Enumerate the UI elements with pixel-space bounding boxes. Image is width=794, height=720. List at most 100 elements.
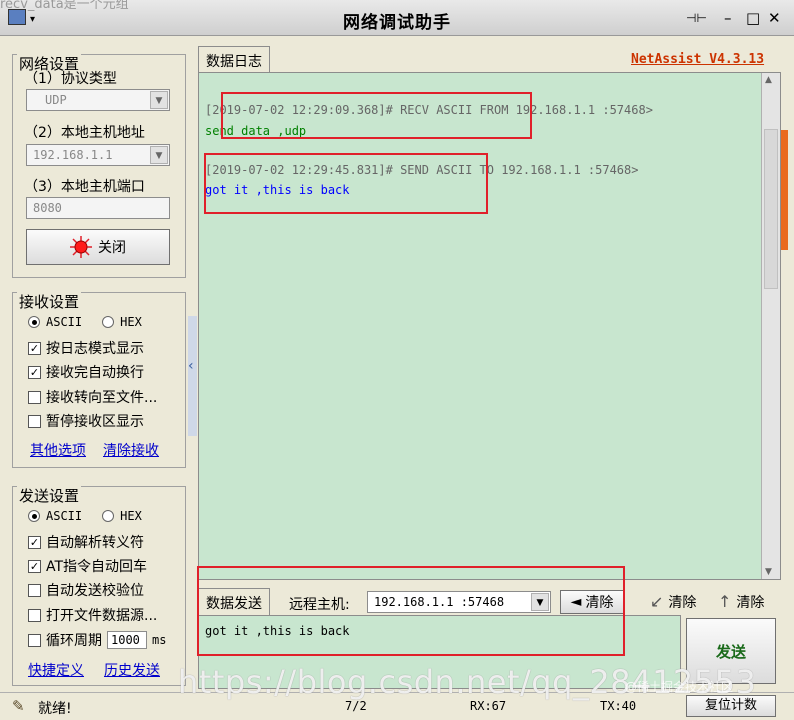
send-ascii-label: ASCII: [46, 509, 83, 523]
checkbox[interactable]: ✓: [28, 559, 41, 573]
send-option-checksum[interactable]: 自动发送校验位: [28, 580, 144, 600]
arrow-down-left-icon: ↙: [650, 592, 664, 611]
receive-encoding-row: ASCII HEX: [28, 315, 142, 329]
close-window-button[interactable]: ✕: [768, 10, 781, 26]
scroll-up-icon[interactable]: ▲: [765, 75, 772, 85]
option-label: 暂停接收区显示: [46, 414, 144, 430]
host-select[interactable]: 192.168.1.1 ▼: [26, 144, 170, 166]
send-hex-radio[interactable]: [102, 510, 115, 522]
remote-host-value: 192.168.1.1 :57468: [374, 595, 505, 609]
receive-option-auto-newline[interactable]: ✓ 接收完自动换行: [28, 362, 144, 382]
other-options-link[interactable]: 其他选项: [30, 440, 86, 460]
maximize-button[interactable]: □: [746, 10, 760, 26]
send-option-file-source[interactable]: 打开文件数据源...: [28, 605, 157, 625]
checkbox[interactable]: ✓: [28, 365, 41, 379]
port-input[interactable]: 8080: [26, 197, 170, 219]
cycle-unit: ms: [152, 633, 167, 647]
send-settings-title: 发送设置: [17, 485, 82, 506]
arrow-up-icon: ↑: [718, 592, 732, 611]
send-option-cycle[interactable]: 循环周期 1000 ms: [28, 630, 166, 650]
log-scrollbar[interactable]: ▲ ▼: [761, 73, 780, 579]
status-field-1: 7/2: [345, 699, 367, 713]
option-label: 自动发送校验位: [46, 583, 144, 599]
port-value: 8080: [33, 201, 62, 215]
checkbox[interactable]: [28, 583, 41, 597]
chevron-down-icon: ▼: [531, 593, 549, 611]
clear-remote-button[interactable]: ◄ 清除: [560, 590, 624, 614]
clear-receive-link[interactable]: 清除接收: [103, 440, 159, 460]
clear-label: 清除: [668, 595, 697, 611]
receive-option-to-file[interactable]: 接收转向至文件...: [28, 387, 157, 407]
log-entry-header: [2019-07-02 12:29:45.831]# SEND ASCII TO…: [205, 163, 639, 177]
log-entry-body: got it ,this is back: [205, 183, 350, 197]
status-ready: 就绪!: [38, 701, 72, 717]
scroll-down-icon[interactable]: ▼: [765, 567, 772, 577]
protocol-value: UDP: [45, 93, 67, 107]
send-option-at-enter[interactable]: ✓ AT指令自动回车: [28, 556, 147, 576]
window-title: 网络调试助手: [343, 13, 451, 33]
option-label: 接收完自动换行: [46, 365, 144, 381]
arrow-left-icon: ◄: [570, 594, 582, 610]
checkbox[interactable]: ✓: [28, 535, 41, 549]
minimize-button[interactable]: –: [724, 10, 732, 26]
panel-splitter[interactable]: [188, 316, 197, 436]
clear-label: 清除: [736, 595, 765, 611]
chevron-down-icon: ▼: [150, 91, 168, 109]
receive-settings-title: 接收设置: [17, 291, 82, 312]
option-label: 接收转向至文件...: [46, 390, 158, 406]
close-button-label: 关闭: [98, 240, 126, 256]
send-ascii-radio[interactable]: [28, 510, 40, 522]
option-label: 自动解析转义符: [46, 535, 144, 551]
side-accent-bar: [781, 130, 788, 250]
brand-link[interactable]: NetAssist V4.3.13: [631, 52, 764, 67]
host-value: 192.168.1.1: [33, 148, 113, 162]
checkbox[interactable]: [28, 608, 41, 622]
send-hex-label: HEX: [120, 509, 142, 523]
receive-option-log-mode[interactable]: ✓ 按日志模式显示: [28, 338, 144, 358]
close-connection-button[interactable]: 关闭: [26, 229, 170, 265]
send-text: got it ,this is back: [205, 624, 350, 638]
protocol-select[interactable]: UDP ▼: [26, 89, 170, 111]
checkbox[interactable]: [28, 633, 41, 647]
port-label: （3）本地主机端口: [24, 179, 145, 195]
receive-log-area[interactable]: [198, 72, 781, 580]
chevron-down-icon: ▼: [150, 146, 168, 164]
clear-send-button[interactable]: ↙ 清除: [650, 592, 696, 612]
pin-icon[interactable]: ⊣⊢: [686, 10, 707, 26]
log-entry-header: [2019-07-02 12:29:09.368]# RECV ASCII FR…: [205, 103, 653, 117]
receive-hex-label: HEX: [120, 315, 142, 329]
rx-counter: RX:67: [470, 699, 507, 713]
watermark-small: @稀土掘金技术社区: [625, 680, 734, 694]
tab-data-send[interactable]: 数据发送: [198, 588, 270, 615]
pencil-icon: ✎: [12, 697, 25, 715]
status-light-icon: [70, 236, 92, 258]
checkbox[interactable]: [28, 390, 41, 404]
checkbox[interactable]: ✓: [28, 341, 41, 355]
option-label: 打开文件数据源...: [46, 608, 158, 624]
option-label: 按日志模式显示: [46, 341, 144, 357]
checkbox[interactable]: [28, 414, 41, 428]
tx-counter: TX:40: [600, 699, 637, 713]
title-bar: recv_data是一个元组 ▾ 网络调试助手 ⊣⊢ – □ ✕: [0, 0, 794, 36]
protocol-label: （1）协议类型: [24, 71, 117, 87]
clear-label: 清除: [585, 595, 614, 611]
log-entry-body: send data ,udp: [205, 124, 307, 138]
collapse-arrow-icon[interactable]: ‹: [188, 358, 194, 374]
option-label: 循环周期: [46, 633, 102, 649]
scrollbar-thumb[interactable]: [764, 129, 778, 289]
send-history-link[interactable]: 历史发送: [104, 660, 160, 680]
host-label: （2）本地主机地址: [24, 125, 145, 141]
tab-data-log[interactable]: 数据日志: [198, 46, 270, 73]
send-option-escape[interactable]: ✓ 自动解析转义符: [28, 532, 144, 552]
shortcut-define-link[interactable]: 快捷定义: [28, 660, 84, 680]
receive-ascii-label: ASCII: [46, 315, 83, 329]
clear-all-button[interactable]: ↑ 清除: [718, 592, 764, 612]
option-label: AT指令自动回车: [46, 559, 148, 575]
receive-option-pause[interactable]: 暂停接收区显示: [28, 411, 144, 431]
remote-host-label: 远程主机:: [289, 597, 350, 613]
receive-ascii-radio[interactable]: [28, 316, 40, 328]
cycle-period-input[interactable]: 1000: [107, 631, 147, 649]
send-encoding-row: ASCII HEX: [28, 509, 142, 523]
remote-host-select[interactable]: 192.168.1.1 :57468 ▼: [367, 591, 551, 613]
receive-hex-radio[interactable]: [102, 316, 115, 328]
